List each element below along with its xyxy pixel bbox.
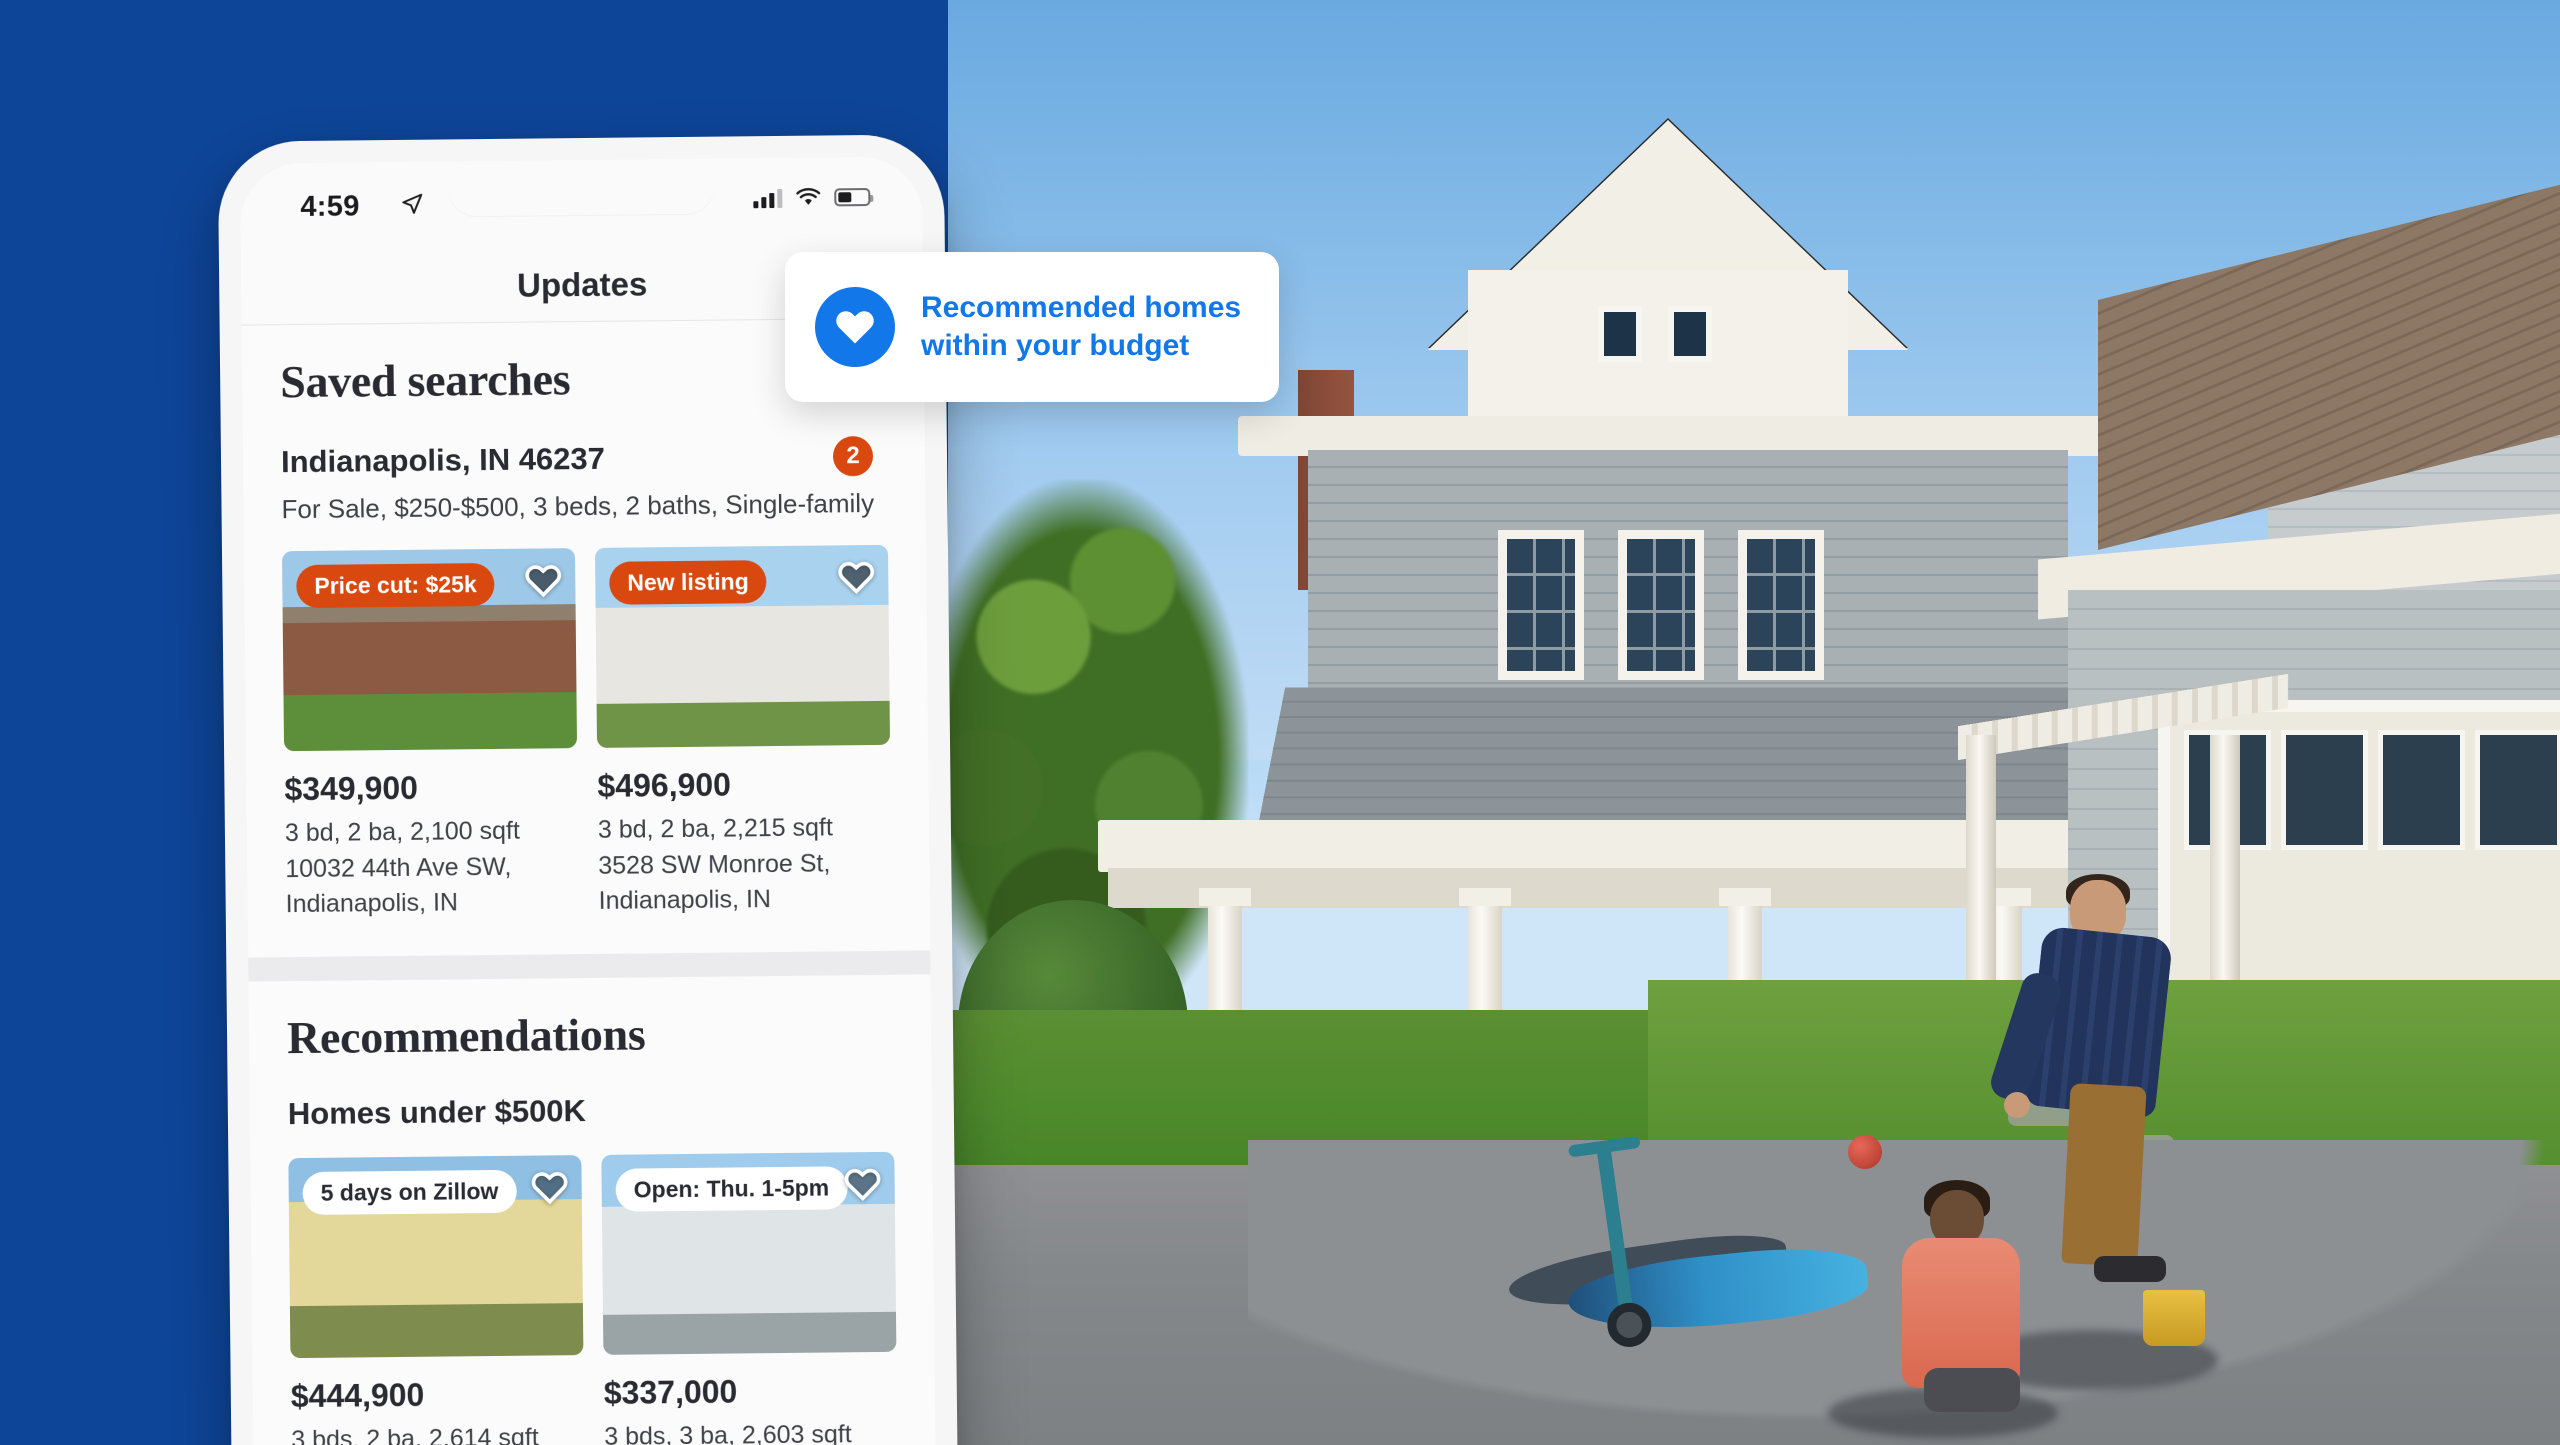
status-indicators [753, 187, 871, 209]
property-photo[interactable]: Price cut: $25k [281, 548, 578, 752]
phone-notch [446, 156, 716, 218]
porch-roof [1098, 820, 2178, 872]
saved-search-name: Indianapolis, IN 46237 [280, 440, 606, 480]
battery-icon [834, 188, 871, 207]
attic-window [1668, 306, 1712, 362]
status-time: 4:59 [300, 190, 360, 223]
page-title: Updates [516, 264, 648, 304]
section-recommendations: Recommendations Homes under $500K 5 days… [248, 973, 937, 1445]
brand-strip [0, 0, 216, 1445]
property-photo[interactable]: 5 days on Zillow [288, 1154, 584, 1358]
heart-icon[interactable] [529, 1167, 569, 1207]
property-card[interactable]: New listing $496,900 3 bd, 2 ba, 2,215 s… [594, 544, 892, 920]
heart-icon[interactable] [842, 1163, 882, 1203]
heart-icon[interactable] [836, 557, 876, 597]
property-badge: Open: Thu. 1-5pm [615, 1165, 848, 1212]
saved-search-header[interactable]: Indianapolis, IN 46237 2 [280, 435, 887, 482]
property-facts: 3 bds, 2 ba, 2,614 sqft [291, 1423, 539, 1445]
recommendations-subtitle: Homes under $500K [287, 1092, 587, 1131]
saved-search-card-list: Price cut: $25k $349,900 3 bd, 2 ba, 2,1… [281, 544, 892, 923]
property-photo[interactable]: Open: Thu. 1-5pm [601, 1151, 897, 1355]
saved-search-count-badge: 2 [832, 435, 874, 477]
recommendations-card-list: 5 days on Zillow $444,900 3 bds, 2 ba, 2… [288, 1151, 898, 1445]
screenshot-root: 4:59 Updates Saved searches Indianapolis… [0, 0, 2560, 1445]
section-title-recommendations: Recommendations [286, 1007, 646, 1063]
main-house [1098, 120, 2178, 1226]
property-facts: 3 bds, 3 ba, 2,603 sqft [604, 1419, 852, 1445]
ball [1848, 1135, 1882, 1169]
hero-photo [948, 0, 2560, 1445]
property-card[interactable]: 5 days on Zillow $444,900 3 bds, 2 ba, 2… [288, 1154, 585, 1445]
property-address: 3528 SW Monroe St, Indianapolis, IN [598, 848, 831, 915]
attic-window [1598, 306, 1642, 362]
recommended-homes-callout[interactable]: Recommended homes within your budget [785, 252, 1279, 402]
property-badge: New listing [609, 560, 767, 605]
upper-window [1738, 530, 1824, 680]
property-facts: 3 bd, 2 ba, 2,100 sqft [284, 816, 520, 848]
section-saved-searches: Saved searches Indianapolis, IN 46237 2 … [241, 318, 930, 924]
wifi-icon [796, 188, 821, 205]
property-card[interactable]: Open: Thu. 1-5pm $337,000 3 bds, 3 ba, 2… [601, 1151, 898, 1445]
callout-line-2: within your budget [921, 329, 1190, 362]
location-arrow-icon [402, 193, 423, 214]
property-price: $337,000 [603, 1372, 738, 1411]
property-badge: 5 days on Zillow [302, 1169, 517, 1215]
property-address: 10032 44th Ave SW, Indianapolis, IN [285, 852, 512, 919]
callout-line-1: Recommended homes [921, 290, 1242, 324]
property-card[interactable]: Price cut: $25k $349,900 3 bd, 2 ba, 2,1… [281, 548, 579, 923]
upper-window [1618, 530, 1704, 680]
heart-filled-circle-icon [815, 287, 895, 367]
status-bar: 4:59 [239, 156, 923, 252]
saved-search-criteria: For Sale, $250-$500, 3 beds, 2 baths, Si… [281, 487, 875, 525]
property-photo[interactable]: New listing [594, 544, 891, 748]
chalk-bucket [2143, 1290, 2205, 1346]
property-price: $496,900 [597, 766, 732, 804]
property-facts: 3 bd, 2 ba, 2,215 sqft [597, 813, 833, 844]
heart-icon[interactable] [523, 560, 563, 600]
cellular-bars-icon [753, 188, 783, 209]
property-badge: Price cut: $25k [296, 562, 495, 609]
scroll-area[interactable]: Saved searches Indianapolis, IN 46237 2 … [241, 318, 937, 1445]
property-price: $349,900 [284, 769, 419, 808]
child-figure [1878, 1180, 2058, 1420]
upper-window [1498, 530, 1584, 680]
callout-text: Recommended homes within your budget [921, 289, 1241, 366]
property-price: $444,900 [290, 1376, 425, 1414]
